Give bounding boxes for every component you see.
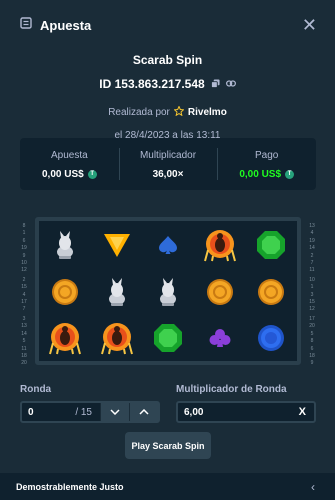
scarab-icon [94,315,140,361]
round-multiplier-value: 6,00 [184,406,204,418]
reel-grid [35,217,301,365]
payline-numbers-left: 8 1 6 19 9 10 12 2 15 4 17 7 3 13 14 5 11 18 20 [20,223,28,368]
payline-number: 5 [22,338,26,345]
star-icon [173,105,185,119]
payline-number: 4 [310,230,314,237]
payline-number: 6 [310,345,314,352]
close-icon[interactable]: ✕ [302,15,317,36]
payline-number: 9 [310,360,314,367]
round-stepper: 0 / 15 [20,401,160,423]
game-name: Scarab Spin [132,53,203,67]
payline-number: 12 [309,306,315,313]
receipt-icon [20,16,32,34]
round-input[interactable]: 0 [22,407,75,418]
payline-number: 13 [309,223,315,229]
statue-icon [42,222,88,268]
scarab-icon [42,315,88,361]
payline-number: 18 [21,352,27,359]
payline-number: 8 [310,338,314,345]
coin-icon [248,269,294,315]
round-multiplier-label: Multiplicador de Ronda [176,384,287,395]
usdt-icon: T [87,170,97,179]
usdt-icon: T [285,170,295,179]
payline-number: 18 [309,352,315,359]
payline-number: 10 [309,276,315,283]
chevron-up-icon[interactable] [129,403,158,421]
stat-label: Apuesta [50,150,88,161]
spade-icon [145,222,191,268]
scarab-icon [197,222,243,268]
bet-id: ID 153.863.217.548 [99,77,205,91]
payline-number: 19 [309,237,315,244]
payline-number: 14 [309,245,315,252]
payline-number: 2 [310,252,314,259]
payline-numbers-right: 13 4 19 14 2 7 11 10 1 3 15 12 17 20 5 8 6 18 9 [308,223,316,368]
payline-number: 1 [22,230,26,237]
club-icon [197,315,243,361]
payline-number: 19 [21,245,27,252]
round-total: / 15 [75,406,92,418]
stat-payout: Pago 0,00 US$ T [217,138,316,190]
username-link[interactable]: Rivelmo [188,107,227,118]
emerald-icon [248,222,294,268]
stat-value: 0,00 US$ T [217,169,316,180]
payline-number: 7 [22,306,26,313]
copy-icon[interactable] [210,77,220,91]
payline-number: 15 [21,284,27,291]
payline-number: 9 [22,252,26,259]
payline-number: 13 [21,323,27,330]
payline-number: 11 [309,267,315,274]
payline-number: 4 [22,291,26,298]
payline-number: 10 [21,260,27,267]
provably-fair-label: Demostrablemente Justo [16,481,124,492]
bet-id-row: ID 153.863.217.548 [0,77,335,91]
stat-label: Multiplicador [139,150,197,161]
emerald-icon [145,315,191,361]
modal-header: Apuesta ✕ [0,0,335,50]
payline-number: 3 [310,291,314,298]
payline-number: 15 [309,299,315,306]
statue-icon [145,269,191,315]
payline-number: 3 [22,315,26,322]
bet-modal: Apuesta ✕ Scarab Spin ID 153.863.217.548… [0,0,335,500]
stat-label: Pago [255,150,279,161]
chevron-down-icon[interactable] [100,403,129,421]
stat-multiplier: Multiplicador 36,00× [118,138,218,190]
payline-number: 11 [21,345,27,352]
coin-icon [197,269,243,315]
slot-board: 8 1 6 19 9 10 12 2 15 4 17 7 3 13 14 5 11 18 20 13 4 19 14 2 7 1… [20,217,316,368]
provably-fair-bar[interactable]: Demostrablemente Justo ‹ [0,473,335,500]
payline-number: 17 [21,299,27,306]
payline-number: 2 [22,276,26,283]
payline-number: 7 [310,260,314,267]
payline-number: 5 [310,330,314,337]
placed-by-label: Realizada por [108,107,170,118]
modal-title: Apuesta [40,17,92,33]
payline-number: 8 [22,223,26,229]
payline-number: 12 [21,267,27,274]
circle-icon [248,315,294,361]
stat-value: 0,00 US$ T [20,169,119,180]
payline-number: 6 [22,237,26,244]
statue-icon [94,269,140,315]
placed-by: Realizada por Rivelmo [0,105,335,119]
payline-number: 1 [310,284,314,291]
stats-panel: Apuesta 0,00 US$ T Multiplicador 36,00× P… [20,138,316,190]
payline-number: 17 [309,315,315,322]
stat-value: 36,00× [152,169,184,180]
payline-number: 20 [309,323,315,330]
chevron-left-icon[interactable]: ‹ [311,480,315,494]
clear-icon[interactable]: X [299,406,314,418]
payline-number: 20 [21,360,27,367]
payline-number: 14 [21,330,27,337]
round-multiplier-field: 6,00 X [176,401,316,423]
triangle-icon [94,222,140,268]
coin-icon [42,269,88,315]
link-icon[interactable] [225,77,236,91]
stat-bet: Apuesta 0,00 US$ T [20,138,119,190]
play-button[interactable]: Play Scarab Spin [125,432,211,459]
round-label: Ronda [20,384,52,395]
round-form: Ronda 0 / 15 Multiplicador de Ronda 6,00 [20,384,316,423]
